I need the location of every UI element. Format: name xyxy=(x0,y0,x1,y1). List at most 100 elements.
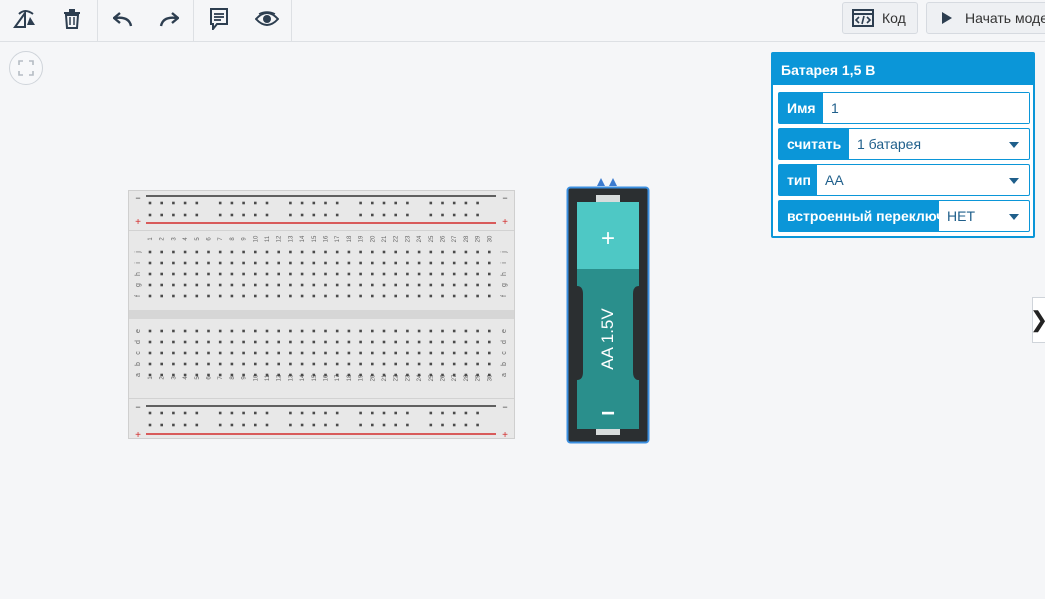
breadboard-hole[interactable] xyxy=(476,261,479,265)
rail-hole[interactable] xyxy=(371,201,374,205)
rail-hole[interactable] xyxy=(464,423,468,427)
rail-hole[interactable] xyxy=(464,213,468,217)
breadboard-hole[interactable] xyxy=(160,294,163,298)
breadboard-hole[interactable] xyxy=(429,329,433,333)
breadboard-hole[interactable] xyxy=(265,329,269,333)
breadboard-hole[interactable] xyxy=(464,340,468,344)
breadboard-hole[interactable] xyxy=(312,294,316,298)
breadboard-hole[interactable] xyxy=(160,362,163,366)
rail-hole[interactable] xyxy=(218,411,222,415)
breadboard-hole[interactable] xyxy=(371,294,374,298)
breadboard-hole[interactable] xyxy=(289,373,292,377)
breadboard-hole[interactable] xyxy=(452,272,456,276)
start-simulation-button[interactable]: Начать моде xyxy=(926,2,1045,34)
breadboard-hole[interactable] xyxy=(195,362,199,366)
rail-hole[interactable] xyxy=(371,411,374,415)
rail-hole[interactable] xyxy=(172,201,175,205)
breadboard-hole[interactable] xyxy=(335,340,339,344)
breadboard-hole[interactable] xyxy=(417,283,421,287)
breadboard-hole[interactable] xyxy=(476,351,479,355)
rail-hole[interactable] xyxy=(371,213,374,217)
breadboard-hole[interactable] xyxy=(254,272,257,276)
rail-hole[interactable] xyxy=(335,423,339,427)
rail-hole[interactable] xyxy=(195,213,199,217)
breadboard-hole[interactable] xyxy=(359,362,362,366)
breadboard-hole[interactable] xyxy=(417,294,421,298)
rail-hole[interactable] xyxy=(172,213,175,217)
breadboard-hole[interactable] xyxy=(335,272,339,276)
breadboard-hole[interactable] xyxy=(183,329,187,333)
rail-hole[interactable] xyxy=(324,201,327,205)
breadboard-hole[interactable] xyxy=(371,250,374,254)
breadboard-hole[interactable] xyxy=(242,329,245,333)
breadboard-hole[interactable] xyxy=(265,261,269,265)
breadboard-hole[interactable] xyxy=(148,272,152,276)
breadboard-hole[interactable] xyxy=(429,340,433,344)
breadboard-hole[interactable] xyxy=(300,362,304,366)
breadboard-hole[interactable] xyxy=(394,294,397,298)
breadboard-hole[interactable] xyxy=(347,283,351,287)
breadboard-hole[interactable] xyxy=(335,294,339,298)
breadboard-hole[interactable] xyxy=(406,373,409,377)
breadboard-hole[interactable] xyxy=(207,272,210,276)
breadboard-hole[interactable] xyxy=(441,294,444,298)
breadboard-hole[interactable] xyxy=(429,373,433,377)
breadboard-hole[interactable] xyxy=(488,261,491,265)
breadboard-hole[interactable] xyxy=(417,362,421,366)
breadboard-hole[interactable] xyxy=(207,362,210,366)
redo-button[interactable] xyxy=(152,4,186,34)
breadboard-hole[interactable] xyxy=(312,373,316,377)
rail-hole[interactable] xyxy=(406,423,409,427)
breadboard-hole[interactable] xyxy=(277,373,280,377)
breadboard-hole[interactable] xyxy=(429,351,433,355)
breadboard-hole[interactable] xyxy=(277,250,280,254)
breadboard-hole[interactable] xyxy=(406,362,409,366)
breadboard-hole[interactable] xyxy=(452,283,456,287)
visibility-button[interactable] xyxy=(250,4,284,34)
rail-hole[interactable] xyxy=(335,411,339,415)
breadboard-hole[interactable] xyxy=(312,340,316,344)
breadboard-hole[interactable] xyxy=(172,261,175,265)
breadboard-hole[interactable] xyxy=(312,250,316,254)
breadboard-hole[interactable] xyxy=(441,362,444,366)
rail-hole[interactable] xyxy=(289,201,292,205)
breadboard-hole[interactable] xyxy=(347,250,351,254)
rail-hole[interactable] xyxy=(300,423,304,427)
rail-hole[interactable] xyxy=(441,213,444,217)
rail-hole[interactable] xyxy=(300,201,304,205)
breadboard-hole[interactable] xyxy=(230,373,234,377)
breadboard-hole[interactable] xyxy=(464,329,468,333)
breadboard-hole[interactable] xyxy=(359,294,362,298)
rail-hole[interactable] xyxy=(300,213,304,217)
rail-hole[interactable] xyxy=(148,201,152,205)
battery-terminal-minus[interactable] xyxy=(609,178,617,186)
breadboard-hole[interactable] xyxy=(183,283,187,287)
rail-hole[interactable] xyxy=(429,213,433,217)
breadboard-hole[interactable] xyxy=(417,329,421,333)
breadboard-hole[interactable] xyxy=(148,250,152,254)
breadboard-hole[interactable] xyxy=(452,340,456,344)
breadboard-hole[interactable] xyxy=(382,373,386,377)
breadboard-hole[interactable] xyxy=(300,250,304,254)
breadboard-hole[interactable] xyxy=(394,373,397,377)
breadboard-hole[interactable] xyxy=(452,362,456,366)
rail-hole[interactable] xyxy=(195,423,199,427)
breadboard-hole[interactable] xyxy=(277,340,280,344)
breadboard-hole[interactable] xyxy=(172,294,175,298)
rail-hole[interactable] xyxy=(464,201,468,205)
rail-hole[interactable] xyxy=(312,201,316,205)
breadboard-hole[interactable] xyxy=(347,329,351,333)
breadboard-hole[interactable] xyxy=(394,351,397,355)
breadboard-hole[interactable] xyxy=(417,272,421,276)
breadboard-hole[interactable] xyxy=(289,351,292,355)
breadboard-hole[interactable] xyxy=(265,272,269,276)
breadboard-hole[interactable] xyxy=(218,373,222,377)
rail-hole[interactable] xyxy=(195,201,199,205)
breadboard-hole[interactable] xyxy=(172,340,175,344)
breadboard-hole[interactable] xyxy=(172,329,175,333)
breadboard-hole[interactable] xyxy=(452,261,456,265)
breadboard-hole[interactable] xyxy=(265,340,269,344)
battery-terminal-plus[interactable] xyxy=(597,178,605,186)
breadboard-hole[interactable] xyxy=(289,250,292,254)
rail-hole[interactable] xyxy=(218,201,222,205)
